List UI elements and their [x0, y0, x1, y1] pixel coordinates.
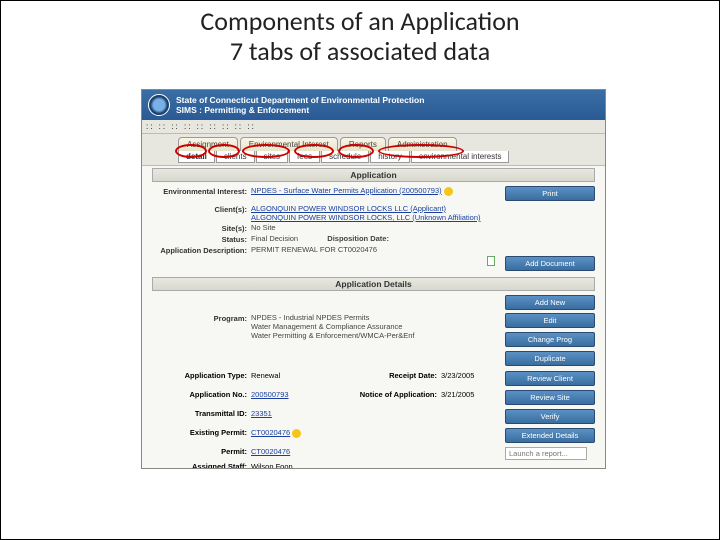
details-section: Add New Program: NPDES - Industrial NPDE… — [142, 293, 605, 370]
warning-icon — [444, 187, 453, 196]
label-app-no: Application No.: — [152, 390, 247, 407]
details-row-trans: Transmittal ID: 23351 Verify — [142, 408, 605, 427]
label-noa: Notice of Application: — [357, 390, 437, 407]
application-section: Environmental Interest: NPDES - Surface … — [142, 184, 605, 275]
launch-report-select[interactable] — [505, 447, 587, 460]
subtab-detail[interactable]: detail — [178, 151, 215, 163]
label-trans-id: Transmittal ID: — [152, 409, 247, 426]
tab-administration[interactable]: Administration — [388, 137, 457, 151]
value-desc: PERMIT RENEWAL FOR CT0020476 — [251, 245, 501, 254]
label-status: Status: — [152, 234, 247, 244]
main-tabs: Assignment Environmental Interest Report… — [142, 134, 605, 151]
link-ei[interactable]: NPDES - Surface Water Permits Applicatio… — [251, 186, 442, 195]
label-receipt: Receipt Date: — [357, 371, 437, 388]
value-ei: NPDES - Surface Water Permits Applicatio… — [251, 186, 501, 196]
label-permit: Permit: — [152, 447, 247, 460]
details-row-appno: Application No.: 200500793 Notice of App… — [142, 389, 605, 408]
subtab-clients[interactable]: clients — [216, 151, 255, 163]
label-disp-date-1: Disposition Date: — [327, 234, 389, 243]
value-program: NPDES - Industrial NPDES Permits Water M… — [251, 313, 501, 340]
subtab-environmental-interests[interactable]: environmental interests — [411, 151, 510, 163]
change-prog-button[interactable]: Change Prog — [505, 332, 595, 347]
slide-title-line1: Components of an Application — [1, 7, 719, 37]
add-document-button[interactable]: Add Document — [505, 256, 595, 271]
label-staff: Assigned Staff: — [152, 462, 247, 469]
value-status: Final Decision Disposition Date: — [251, 234, 501, 243]
value-clients: ALGONQUIN POWER WINDSOR LOCKS LLC (Appli… — [251, 204, 501, 222]
value-sites: No Site — [251, 223, 501, 232]
tab-environmental-interest[interactable]: Environmental Interest — [240, 137, 338, 151]
subtab-fees[interactable]: fees — [289, 151, 320, 163]
edit-button[interactable]: Edit — [505, 313, 595, 328]
label-existing: Existing Permit: — [152, 428, 247, 445]
link-client-1[interactable]: ALGONQUIN POWER WINDSOR LOCKS LLC (Appli… — [251, 204, 446, 213]
label-app-type: Application Type: — [152, 371, 247, 388]
doc-icon-cell — [251, 256, 501, 266]
details-row-permit: Permit: CT0020476 — [142, 446, 605, 461]
details-row-existing: Existing Permit: CT0020476 Extended Deta… — [142, 427, 605, 446]
verify-button[interactable]: Verify — [505, 409, 595, 424]
value-app-no[interactable]: 200500793 — [251, 390, 353, 407]
review-client-button[interactable]: Review Client — [505, 371, 595, 386]
subtab-schedule[interactable]: schedule — [321, 151, 369, 163]
value-trans-id[interactable]: 23351 — [251, 409, 353, 426]
toolbar-dots: :: :: :: :: :: :: :: :: :: — [142, 120, 605, 134]
app-header: State of Connecticut Department of Envir… — [142, 90, 605, 120]
section-application-bar: Application — [152, 168, 595, 182]
slide-title: Components of an Application 7 tabs of a… — [1, 7, 719, 67]
tab-reports[interactable]: Reports — [340, 137, 386, 151]
section-details-bar: Application Details — [152, 277, 595, 291]
tab-assignment[interactable]: Assignment — [178, 137, 238, 151]
app-window: State of Connecticut Department of Envir… — [141, 89, 606, 469]
value-existing: CT0020476 — [251, 428, 353, 445]
link-client-2[interactable]: ALGONQUIN POWER WINDSOR LOCKS, LLC (Unkn… — [251, 213, 481, 222]
label-sites: Site(s): — [152, 223, 247, 233]
header-line2: SIMS : Permitting & Enforcement — [176, 105, 424, 115]
print-button[interactable]: Print — [505, 186, 595, 201]
value-noa: 3/21/2005 — [441, 390, 501, 407]
label-desc: Application Description: — [152, 245, 247, 255]
header-line1: State of Connecticut Department of Envir… — [176, 95, 424, 105]
duplicate-button[interactable]: Duplicate — [505, 351, 595, 366]
label-ei: Environmental Interest: — [152, 186, 247, 196]
subtab-history[interactable]: history — [370, 151, 410, 163]
sub-tabs: detail clients sites fees schedule histo… — [142, 151, 605, 166]
value-permit[interactable]: CT0020476 — [251, 447, 353, 460]
subtab-sites[interactable]: sites — [256, 151, 288, 163]
add-new-button[interactable]: Add New — [505, 295, 595, 310]
state-seal-icon — [148, 94, 170, 116]
details-row-staff: Assigned Staff: Wilson Foon — [142, 461, 605, 469]
document-icon[interactable] — [487, 256, 495, 266]
label-program: Program: — [152, 313, 247, 323]
value-staff: Wilson Foon — [251, 462, 353, 469]
header-titles: State of Connecticut Department of Envir… — [176, 95, 424, 115]
review-site-button[interactable]: Review Site — [505, 390, 595, 405]
value-app-type: Renewal — [251, 371, 353, 388]
label-clients: Client(s): — [152, 204, 247, 214]
slide-title-line2: 7 tabs of associated data — [1, 37, 719, 67]
extended-details-button[interactable]: Extended Details — [505, 428, 595, 443]
details-row-apptype: Application Type: Renewal Receipt Date: … — [142, 370, 605, 389]
warning-icon-2 — [292, 429, 301, 438]
value-receipt: 3/23/2005 — [441, 371, 501, 388]
